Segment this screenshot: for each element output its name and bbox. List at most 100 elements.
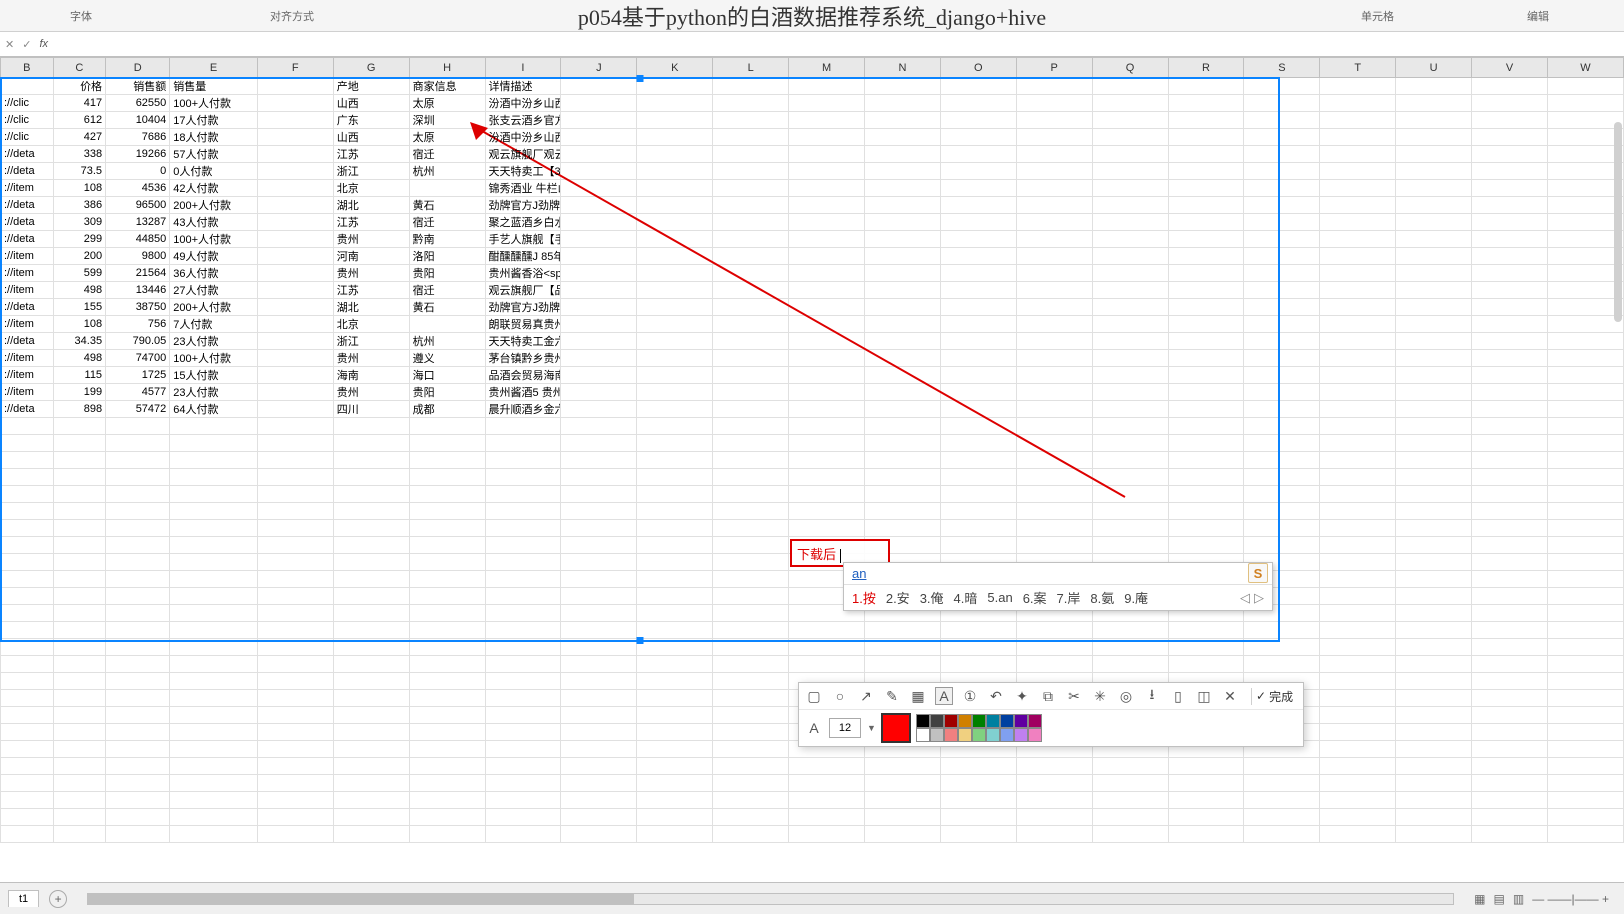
cell[interactable]: 18人付款	[170, 129, 258, 146]
cell[interactable]: 太原	[409, 95, 485, 112]
cell[interactable]: 洛阳	[409, 248, 485, 265]
ime-candidate[interactable]: 7.岸	[1057, 588, 1081, 607]
cell-header[interactable]: 详情描述	[485, 78, 561, 95]
cell[interactable]: ://deta	[1, 333, 54, 350]
cell[interactable]: ://clic	[1, 95, 54, 112]
color-swatch[interactable]	[1014, 714, 1028, 728]
cell[interactable]: ://item	[1, 367, 54, 384]
color-swatch[interactable]	[930, 728, 944, 742]
cell[interactable]: 0人付款	[170, 163, 258, 180]
pin-icon[interactable]: ✳	[1091, 687, 1109, 705]
view-break-icon[interactable]: ▥	[1513, 892, 1524, 906]
cell[interactable]: 北京	[333, 316, 409, 333]
cell[interactable]: 汾酒中汾乡山西杏花村汾酒53度出口棕玻汾500ml6瓶清香型国产白酒瓶装整箱	[485, 95, 561, 112]
cell[interactable]	[257, 384, 333, 401]
cell[interactable]: 贵州酱酒5 贵州酱香型<span class=H>白酒</span>53度纯粮高…	[485, 384, 561, 401]
cell[interactable]: 手艺人旗舰【手艺人贰号】纯粮酱香型<span class=H>白酒</span>…	[485, 231, 561, 248]
cell[interactable]: 74700	[106, 350, 170, 367]
selected-color-swatch[interactable]	[882, 714, 910, 742]
cell[interactable]: 309	[53, 214, 106, 231]
cell[interactable]: 23人付款	[170, 384, 258, 401]
cell[interactable]: 深圳	[409, 112, 485, 129]
cell[interactable]: 观云旗舰厂观云·破阵子52度500ml*2瓶礼袋浓香型纯粮食<span clas…	[485, 146, 561, 163]
cell[interactable]: 115	[53, 367, 106, 384]
complete-button[interactable]: ✓ 完成	[1251, 688, 1297, 705]
cell[interactable]: 200+人付款	[170, 197, 258, 214]
view-normal-icon[interactable]: ▦	[1474, 892, 1485, 906]
cell[interactable]: 23人付款	[170, 333, 258, 350]
cell[interactable]: 四川	[333, 401, 409, 418]
cell[interactable]: 朗联贸易真贵州<span class=H>白酒</span>酱香型53度黔赖坊5…	[485, 316, 561, 333]
crop-icon[interactable]: ✂	[1065, 687, 1083, 705]
ime-candidate[interactable]: 8.氨	[1090, 588, 1114, 607]
column-header[interactable]: U	[1396, 58, 1472, 78]
color-swatch[interactable]	[986, 728, 1000, 742]
cell[interactable]: 498	[53, 282, 106, 299]
cell[interactable]: 108	[53, 316, 106, 333]
fx-cancel-icon[interactable]: ✕	[5, 38, 14, 51]
cell[interactable]: ://item	[1, 350, 54, 367]
cell[interactable]: 宿迁	[409, 214, 485, 231]
ime-candidate[interactable]: 4.暗	[954, 588, 978, 607]
column-header[interactable]: T	[1320, 58, 1396, 78]
cell[interactable]: ://item	[1, 282, 54, 299]
column-header[interactable]: L	[713, 58, 789, 78]
cell[interactable]: 观云旗舰厂【品牌新享】观云出东方52度浓香<span class=H>白酒</s…	[485, 282, 561, 299]
cell[interactable]: 汾酒中汾乡山西杏花村汾酒53度出口红玻汾500ml6瓶 清香型国产白酒整箱	[485, 129, 561, 146]
cell[interactable]: 海南	[333, 367, 409, 384]
cell[interactable]: 7686	[106, 129, 170, 146]
horizontal-scrollbar[interactable]	[87, 893, 1454, 905]
target-icon[interactable]: ◎	[1117, 687, 1135, 705]
cell[interactable]: 299	[53, 231, 106, 248]
ime-candidate[interactable]: 2.安	[886, 588, 910, 607]
column-header[interactable]: M	[789, 58, 865, 78]
cell[interactable]	[257, 163, 333, 180]
cell[interactable]: 贵州	[333, 350, 409, 367]
color-swatch[interactable]	[1028, 714, 1042, 728]
cell[interactable]: 62550	[106, 95, 170, 112]
cell[interactable]: 27人付款	[170, 282, 258, 299]
cell[interactable]: 15人付款	[170, 367, 258, 384]
cell[interactable]: 19266	[106, 146, 170, 163]
cell[interactable]: 宿迁	[409, 146, 485, 163]
cell[interactable]: 劲牌官方J劲牌35度中国劲酒 600ml*2瓶装保健酒养酒生酒水礼盒官方旗舰店	[485, 299, 561, 316]
cell-header[interactable]: 销售额	[106, 78, 170, 95]
cell[interactable]: 756	[106, 316, 170, 333]
cell[interactable]: 湖北	[333, 299, 409, 316]
cell[interactable]: 劲牌官方J劲牌35度中国劲酒5L约10斤追风八珍酒水送礼年货保健酒官方旗舰店	[485, 197, 561, 214]
cell[interactable]: 417	[53, 95, 106, 112]
color-swatch[interactable]	[1000, 714, 1014, 728]
cell[interactable]: 山西	[333, 129, 409, 146]
cell[interactable]	[257, 282, 333, 299]
cell[interactable]: 73.5	[53, 163, 106, 180]
cell[interactable]: 浙江	[333, 333, 409, 350]
sheet-tab[interactable]: t1	[8, 890, 39, 907]
cell[interactable]: 贵阳	[409, 384, 485, 401]
cell[interactable]: 广东	[333, 112, 409, 129]
cell[interactable]: 338	[53, 146, 106, 163]
column-header[interactable]: F	[257, 58, 333, 78]
cell[interactable]: 张支云酒乡官方保真张支云六年酱香酒经典版纯粮坤沙酒白酒送礼500ml/瓶	[485, 112, 561, 129]
cell[interactable]: ://deta	[1, 163, 54, 180]
magic-icon[interactable]: ✦	[1013, 687, 1031, 705]
cell[interactable]: 浙江	[333, 163, 409, 180]
cell[interactable]: 612	[53, 112, 106, 129]
color-swatch[interactable]	[930, 714, 944, 728]
cell[interactable]: 199	[53, 384, 106, 401]
color-swatch[interactable]	[944, 714, 958, 728]
cell[interactable]: 38750	[106, 299, 170, 316]
cell[interactable]: 108	[53, 180, 106, 197]
cell[interactable]: 386	[53, 197, 106, 214]
cell[interactable]	[257, 350, 333, 367]
cell[interactable]: 64人付款	[170, 401, 258, 418]
column-header[interactable]: D	[106, 58, 170, 78]
cell[interactable]: 155	[53, 299, 106, 316]
cell[interactable]: ://deta	[1, 401, 54, 418]
shape-rect-icon[interactable]: ▢	[805, 687, 823, 705]
font-size-input[interactable]	[829, 718, 861, 738]
cell[interactable]: 10404	[106, 112, 170, 129]
column-header[interactable]: G	[333, 58, 409, 78]
cell[interactable]	[257, 248, 333, 265]
cell[interactable]: 44850	[106, 231, 170, 248]
add-sheet-button[interactable]: +	[49, 890, 67, 908]
